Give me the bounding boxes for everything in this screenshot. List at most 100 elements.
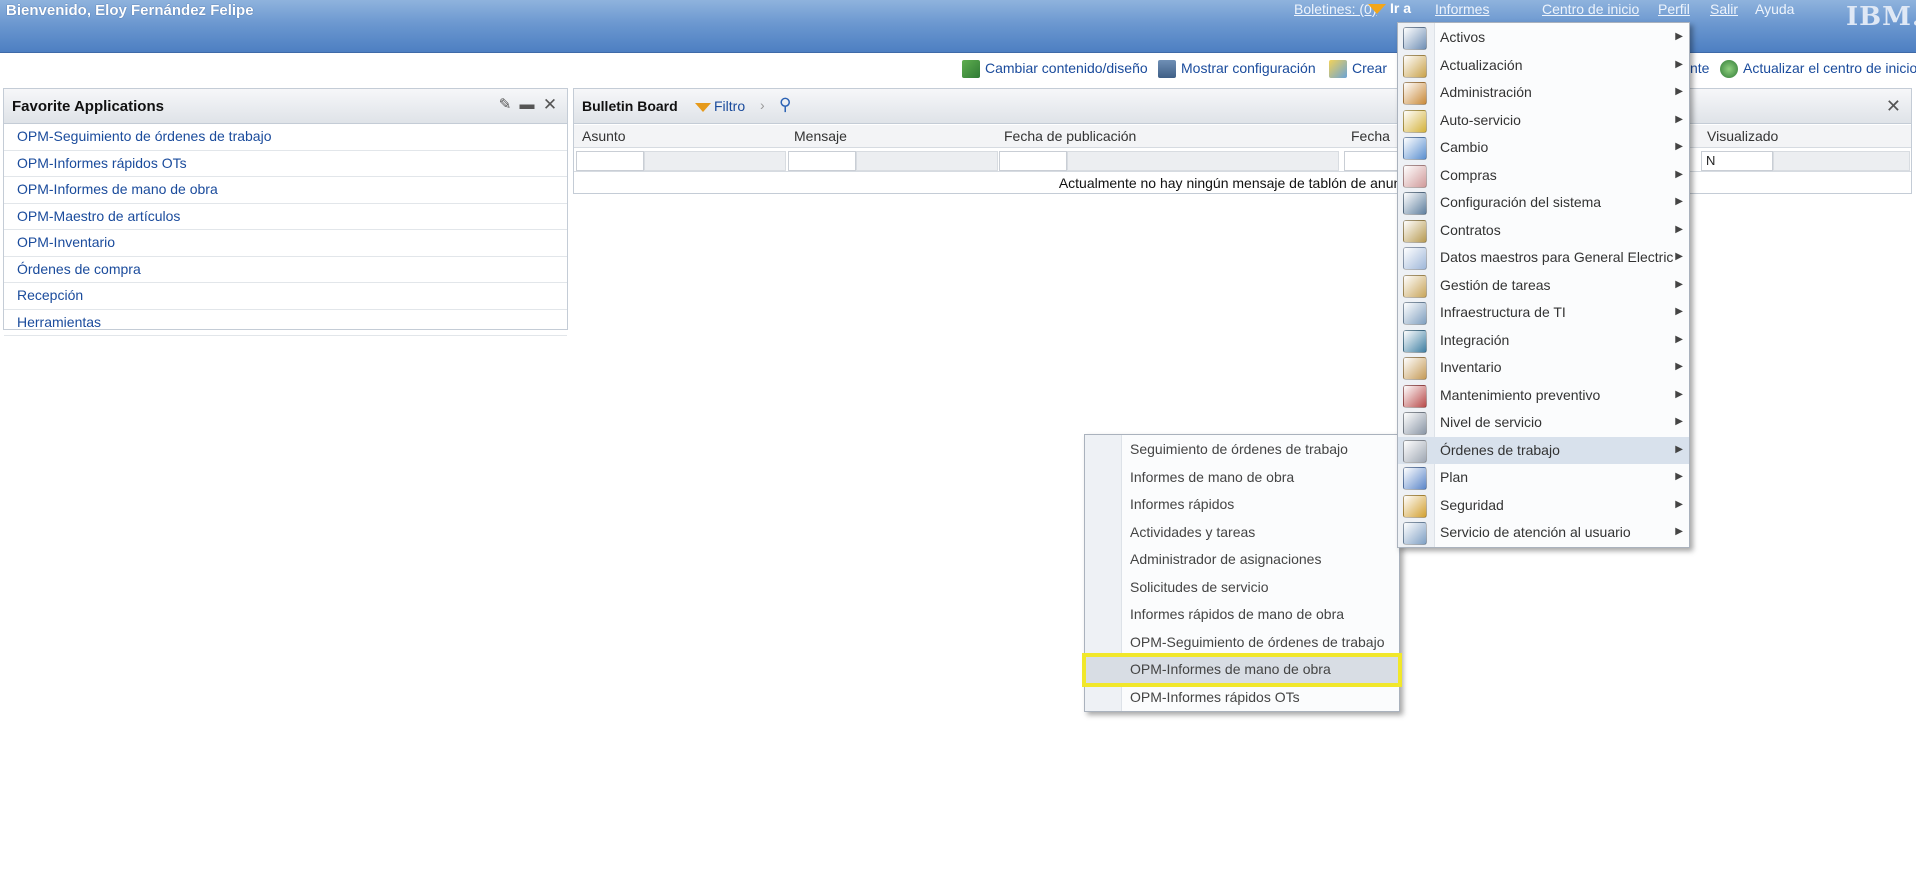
config-sliders-icon: [1158, 60, 1176, 79]
goto-menu-item-label: Configuración del sistema: [1440, 194, 1602, 210]
filter-label: Filtro: [714, 98, 746, 114]
signout-link[interactable]: Salir: [1710, 1, 1738, 17]
goto-menu-item[interactable]: Actualización ▶: [1398, 52, 1689, 80]
search-icon[interactable]: ⚲: [779, 95, 797, 114]
favorite-item[interactable]: OPM-Seguimiento de órdenes de trabajo: [4, 124, 567, 151]
submenu-item[interactable]: Administrador de asignaciones: [1085, 546, 1399, 574]
help-link[interactable]: Ayuda: [1755, 1, 1794, 17]
app-module-icon: [1403, 219, 1427, 243]
subject-filter-input[interactable]: [576, 151, 644, 171]
submenu-arrow-icon: ▶: [1675, 333, 1683, 345]
goto-menu-item-label: Compras: [1440, 166, 1497, 183]
submenu-item[interactable]: Seguimiento de órdenes de trabajo: [1085, 436, 1399, 464]
goto-menu-item[interactable]: Inventario ▶: [1398, 354, 1689, 382]
app-module-icon: [1403, 274, 1427, 298]
show-config-label: Mostrar configuración: [1181, 60, 1316, 76]
favorite-item[interactable]: Órdenes de compra: [4, 257, 567, 283]
submenu-arrow-icon: ▶: [1675, 223, 1683, 235]
col-published[interactable]: Fecha de publicación: [1004, 128, 1136, 144]
submenu-item-label: Informes rápidos de mano de obra: [1130, 606, 1345, 622]
submenu-item[interactable]: Solicitudes de servicio: [1085, 574, 1399, 602]
filter-icon: [695, 102, 711, 112]
goto-menu-item[interactable]: Servicio de atención al usuario ▶: [1398, 519, 1689, 547]
submenu-item-label: Informes rápidos: [1130, 496, 1235, 512]
goto-menu-item-label: Infraestructura de TI: [1440, 304, 1566, 320]
submenu-arrow-icon: ▶: [1675, 498, 1683, 510]
goto-menu-item-label: Plan: [1440, 469, 1469, 485]
filter-divider: [1773, 151, 1910, 171]
app-module-icon: [1403, 137, 1427, 160]
goto-menu-button[interactable]: Ir a: [1368, 0, 1411, 20]
goto-menu-item[interactable]: Órdenes de trabajo ▶: [1398, 436, 1689, 464]
submenu-item-label: OPM-Informes rápidos OTs: [1130, 688, 1300, 705]
submenu-item[interactable]: Informes rápidos: [1085, 491, 1399, 519]
goto-menu-item[interactable]: Cambio ▶: [1398, 134, 1689, 162]
col-subject[interactable]: Asunto: [582, 128, 626, 144]
submenu-arrow-icon: ▶: [1675, 168, 1683, 180]
goto-menu-item-label: Datos maestros para General Electric: [1440, 249, 1674, 265]
col-message[interactable]: Mensaje: [794, 128, 847, 144]
bulletin-filter-row: N: [574, 149, 1911, 172]
favorites-title: Favorite Applications: [12, 98, 164, 115]
ibm-logo: IBM.: [1846, 2, 1916, 32]
favorite-item[interactable]: Herramientas: [4, 310, 567, 336]
update-start-center-button[interactable]: Actualizar el centro de inicio: [1720, 60, 1916, 82]
close-icon[interactable]: ✕: [1886, 96, 1901, 117]
submenu-item-highlighted[interactable]: OPM-Informes de mano de obra: [1082, 653, 1402, 687]
favorite-item[interactable]: OPM-Maestro de artículos: [4, 204, 567, 230]
favorite-item[interactable]: OPM-Inventario: [4, 230, 567, 257]
change-layout-label: Cambiar contenido/diseño: [985, 60, 1148, 76]
message-filter-input[interactable]: [788, 151, 856, 171]
goto-menu-item[interactable]: Nivel de servicio ▶: [1398, 409, 1689, 437]
goto-menu-item[interactable]: Mantenimiento preventivo ▶: [1398, 382, 1689, 410]
app-module-icon: [1403, 329, 1427, 353]
start-center-link[interactable]: Centro de inicio: [1542, 1, 1639, 17]
goto-menu-item[interactable]: Integración ▶: [1398, 327, 1689, 355]
submenu-item[interactable]: Actividades y tareas: [1085, 519, 1399, 547]
pencil-icon[interactable]: ✎: [497, 97, 513, 113]
submenu-arrow-icon: ▶: [1675, 58, 1683, 70]
bulletins-link[interactable]: Boletines: (0): [1294, 1, 1376, 17]
work-orders-submenu: Seguimiento de órdenes de trabajo Inform…: [1082, 434, 1402, 712]
submenu-arrow-icon: ▶: [1675, 388, 1683, 400]
goto-menu-item[interactable]: Administración ▶: [1398, 79, 1689, 107]
submenu-arrow-icon: ▶: [1675, 251, 1683, 262]
goto-menu-item[interactable]: Compras ▶: [1398, 162, 1689, 190]
col-viewed[interactable]: Visualizado: [1707, 128, 1778, 144]
viewed-filter-input[interactable]: N: [1701, 151, 1773, 171]
profile-link[interactable]: Perfil: [1658, 1, 1690, 17]
goto-menu-item[interactable]: Configuración del sistema ▶: [1398, 189, 1689, 217]
published-filter-input[interactable]: [999, 151, 1067, 171]
goto-menu-item[interactable]: Auto-servicio ▶: [1398, 107, 1689, 135]
app-module-icon: [1403, 27, 1427, 50]
change-layout-button[interactable]: Cambiar contenido/diseño: [962, 60, 1148, 82]
favorite-item[interactable]: OPM-Informes de mano de obra: [4, 177, 567, 204]
submenu-item[interactable]: Informes rápidos de mano de obra: [1085, 601, 1399, 629]
col-date[interactable]: Fecha: [1351, 128, 1390, 144]
app-module-icon: [1403, 247, 1427, 270]
create-button[interactable]: Crear: [1329, 60, 1387, 82]
app-module-icon: [1403, 192, 1427, 215]
favorite-item[interactable]: Recepción: [4, 283, 567, 310]
goto-menu-item-label: Servicio de atención al usuario: [1440, 524, 1631, 540]
submenu-item[interactable]: OPM-Informes rápidos OTs: [1085, 684, 1399, 712]
filter-button[interactable]: Filtro: [695, 98, 745, 114]
submenu-arrow-icon: ▶: [1675, 416, 1683, 427]
favorite-item[interactable]: OPM-Informes rápidos OTs: [4, 151, 567, 177]
minimize-icon[interactable]: ▬: [519, 97, 535, 113]
goto-menu-item[interactable]: Infraestructura de TI ▶: [1398, 299, 1689, 327]
goto-menu-item[interactable]: Seguridad ▶: [1398, 492, 1689, 520]
toolbar-partial-link[interactable]: nte: [1690, 60, 1709, 82]
submenu-item[interactable]: OPM-Seguimiento de órdenes de trabajo: [1085, 629, 1399, 657]
reports-link[interactable]: Informes: [1435, 1, 1489, 17]
show-config-button[interactable]: Mostrar configuración: [1158, 60, 1316, 82]
goto-menu-item[interactable]: Plan ▶: [1398, 464, 1689, 492]
submenu-item[interactable]: Informes de mano de obra: [1085, 464, 1399, 492]
goto-menu-item[interactable]: Contratos ▶: [1398, 217, 1689, 245]
goto-menu-item[interactable]: Gestión de tareas ▶: [1398, 272, 1689, 300]
bulletin-header: Bulletin Board Filtro › ⚲ ✕: [574, 89, 1911, 124]
goto-menu-item[interactable]: Activos ▶: [1398, 24, 1689, 52]
goto-menu-item[interactable]: Datos maestros para General Electric ▶: [1398, 244, 1689, 272]
submenu-arrow-icon: ▶: [1675, 443, 1683, 455]
close-icon[interactable]: ✕: [542, 96, 558, 113]
